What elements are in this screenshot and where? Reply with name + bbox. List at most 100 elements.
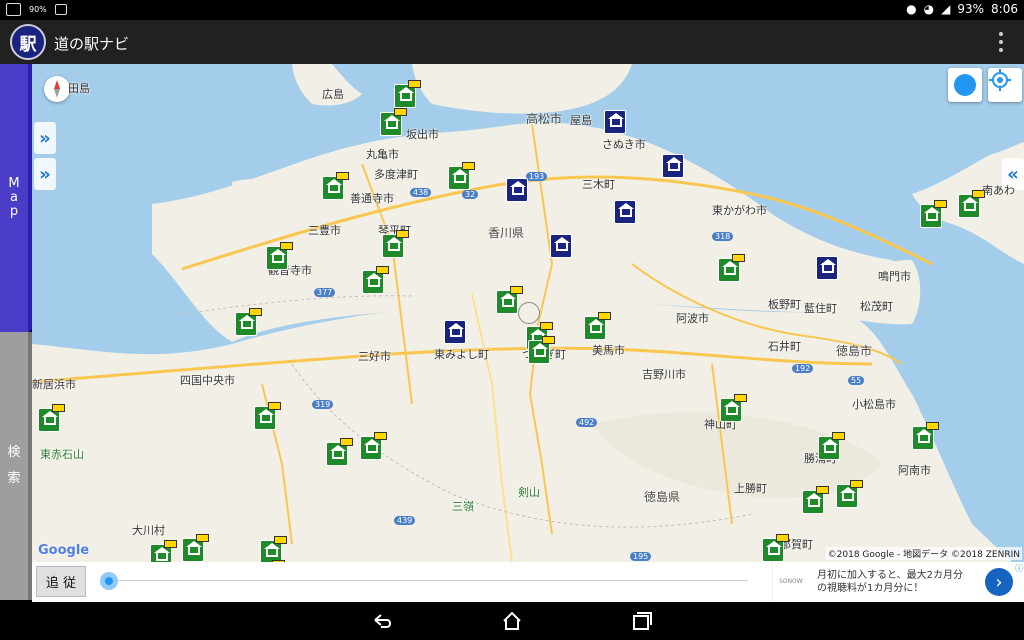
compass-button[interactable] xyxy=(44,76,70,102)
michi-no-eki-marker[interactable] xyxy=(394,80,421,108)
recents-button[interactable] xyxy=(630,610,654,632)
michi-no-eki-marker[interactable] xyxy=(382,230,409,258)
michi-no-eki-marker[interactable] xyxy=(818,432,845,460)
michi-no-eki-marker[interactable] xyxy=(326,438,353,466)
house-body-icon xyxy=(926,211,938,221)
ad-text: 月初に加入すると、最大2カ月分 の視聴料が1カ月分に！ xyxy=(817,569,963,595)
badge-flag-icon xyxy=(394,108,407,116)
recents-icon xyxy=(633,612,652,630)
ad-banner[interactable]: SONOW 月初に加入すると、最大2カ月分 の視聴料が1カ月分に！ › ⓘ xyxy=(772,562,1024,602)
michi-no-eki-marker[interactable] xyxy=(506,178,528,202)
tab-map[interactable]: Map xyxy=(0,64,32,332)
house-body-icon xyxy=(44,415,56,425)
map-view[interactable]: » » « Google ©2018 Google - 地図データ ©2018 … xyxy=(32,64,1024,562)
expand-left-button-2[interactable]: » xyxy=(34,158,56,190)
road-shield: 192 xyxy=(792,364,814,373)
badge-flag-icon xyxy=(734,394,747,402)
michi-no-eki-marker[interactable] xyxy=(496,286,523,314)
badge-flag-icon xyxy=(274,536,287,544)
my-location-button[interactable] xyxy=(988,68,1022,102)
michi-no-eki-marker[interactable] xyxy=(362,266,389,294)
michi-no-eki-marker[interactable] xyxy=(604,110,626,134)
michi-no-eki-marker[interactable] xyxy=(448,162,475,190)
house-body-icon xyxy=(260,413,272,423)
place-label: 阿南市 xyxy=(898,464,931,477)
michi-no-eki-marker[interactable] xyxy=(836,480,863,508)
michi-no-eki-marker[interactable] xyxy=(912,422,939,450)
system-nav-bar xyxy=(0,602,1024,640)
badge-flag-icon xyxy=(542,336,555,344)
expand-left-button-1[interactable]: » xyxy=(34,122,56,154)
michi-no-eki-marker[interactable] xyxy=(802,486,829,514)
overflow-menu-icon[interactable] xyxy=(998,32,1004,52)
place-label: 田島 xyxy=(68,82,90,95)
michi-no-eki-marker[interactable] xyxy=(614,200,636,224)
badge-flag-icon xyxy=(510,286,523,294)
place-label: 高松市 xyxy=(526,112,563,126)
house-body-icon xyxy=(822,263,834,273)
badge-flag-icon xyxy=(280,242,293,250)
michi-no-eki-marker[interactable] xyxy=(182,534,209,562)
house-body-icon xyxy=(450,327,462,337)
michi-no-eki-marker[interactable] xyxy=(550,234,572,258)
michi-no-eki-marker[interactable] xyxy=(662,154,684,178)
michi-no-eki-marker[interactable] xyxy=(720,394,747,422)
battery-text: 93% xyxy=(957,2,985,16)
ad-text-line2: の視聴料が1カ月分に！ xyxy=(817,583,924,594)
slider-track[interactable] xyxy=(108,580,748,581)
badge-flag-icon xyxy=(249,308,262,316)
ad-info-icon[interactable]: ⓘ xyxy=(1015,563,1023,574)
michi-no-eki-marker[interactable] xyxy=(266,242,293,270)
michi-no-eki-marker[interactable] xyxy=(584,312,611,340)
place-label: 東みよし町 xyxy=(434,348,489,361)
house-body-icon xyxy=(366,443,378,453)
tab-search-char: 索 xyxy=(7,471,21,486)
slider-thumb[interactable] xyxy=(100,572,118,590)
house-body-icon xyxy=(328,183,340,193)
badge-flag-icon xyxy=(934,200,947,208)
michi-no-eki-marker[interactable] xyxy=(718,254,745,282)
road-shield: 193 xyxy=(526,172,548,181)
michi-no-eki-marker[interactable] xyxy=(38,404,65,432)
place-label: 美馬市 xyxy=(592,344,625,357)
michi-no-eki-marker[interactable] xyxy=(254,402,281,430)
michi-no-eki-marker[interactable] xyxy=(360,432,387,460)
michi-no-eki-marker[interactable] xyxy=(920,200,947,228)
badge-flag-icon xyxy=(374,432,387,440)
house-body-icon xyxy=(726,405,738,415)
michi-no-eki-marker[interactable] xyxy=(260,536,287,562)
place-label: 大川村 xyxy=(132,524,165,537)
badge-flag-icon xyxy=(598,312,611,320)
house-body-icon xyxy=(512,185,524,195)
michi-no-eki-marker[interactable] xyxy=(150,540,177,562)
back-button[interactable] xyxy=(370,610,394,632)
house-body-icon xyxy=(610,117,622,127)
michi-no-eki-marker[interactable] xyxy=(380,108,407,136)
michi-no-eki-marker[interactable] xyxy=(816,256,838,280)
road-shield: 492 xyxy=(576,418,598,427)
place-label: 徳島市 xyxy=(836,344,873,358)
ad-arrow-button[interactable]: › xyxy=(985,568,1013,596)
michi-no-eki-marker[interactable] xyxy=(958,190,985,218)
follow-button[interactable]: 追 従 xyxy=(36,566,86,597)
google-logo: Google xyxy=(38,543,90,558)
road-shield: 32 xyxy=(462,190,479,199)
michi-no-eki-marker[interactable] xyxy=(444,320,466,344)
tab-map-char: a xyxy=(10,190,18,205)
house-body-icon xyxy=(668,161,680,171)
status-left-icons: 90% xyxy=(6,3,67,16)
badge-flag-icon xyxy=(396,230,409,238)
road-shield: 377 xyxy=(314,288,336,297)
app-logo-text: 駅 xyxy=(19,34,37,55)
michi-no-eki-marker[interactable] xyxy=(762,534,789,562)
place-label: 坂出市 xyxy=(406,128,439,141)
badge-flag-icon xyxy=(850,480,863,488)
house-body-icon xyxy=(824,443,836,453)
michi-no-eki-marker[interactable] xyxy=(235,308,262,336)
home-button[interactable] xyxy=(500,610,524,632)
house-body-icon xyxy=(724,265,736,275)
michi-no-eki-marker[interactable] xyxy=(322,172,349,200)
navigation-button[interactable] xyxy=(948,68,982,102)
michi-no-eki-marker[interactable] xyxy=(528,336,555,364)
tab-search[interactable]: 検索 xyxy=(0,332,32,600)
